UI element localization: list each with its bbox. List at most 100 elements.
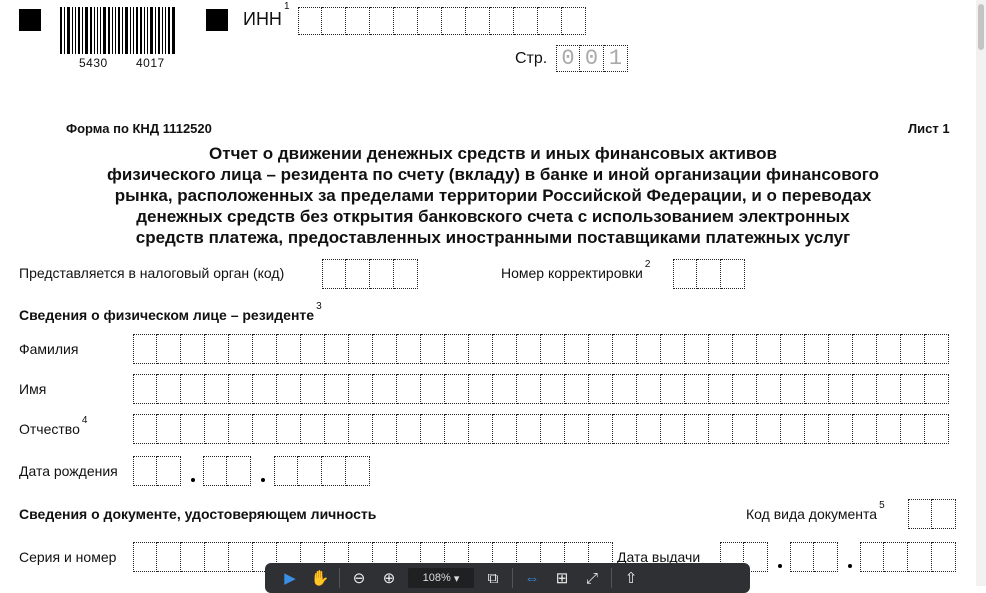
- input-cell[interactable]: [349, 374, 373, 404]
- input-cell[interactable]: [613, 374, 637, 404]
- input-cell[interactable]: [157, 374, 181, 404]
- input-cell[interactable]: [733, 334, 757, 364]
- scrollbar-thumb[interactable]: [978, 4, 984, 50]
- input-cell[interactable]: [205, 542, 229, 572]
- input-cell[interactable]: [541, 334, 565, 364]
- input-cell[interactable]: [181, 414, 205, 444]
- input-cell[interactable]: [205, 374, 229, 404]
- input-cell[interactable]: [227, 456, 251, 486]
- input-cell[interactable]: [853, 334, 877, 364]
- input-cell[interactable]: [277, 374, 301, 404]
- input-cell[interactable]: [685, 334, 709, 364]
- issue-year-field[interactable]: [860, 542, 956, 572]
- input-cell[interactable]: [541, 414, 565, 444]
- zoom-in-icon[interactable]: ⊕: [374, 567, 404, 590]
- input-cell[interactable]: [397, 374, 421, 404]
- upload-icon[interactable]: ⇧: [616, 567, 646, 590]
- input-cell[interactable]: [932, 542, 956, 572]
- input-cell[interactable]: [490, 7, 514, 35]
- input-cell[interactable]: [394, 7, 418, 35]
- input-cell[interactable]: [790, 542, 814, 572]
- page-number-field[interactable]: 0 0 1: [556, 45, 628, 72]
- input-cell[interactable]: [814, 542, 838, 572]
- birth-day-field[interactable]: [133, 456, 181, 486]
- input-cell[interactable]: [421, 414, 445, 444]
- input-cell[interactable]: [673, 259, 697, 289]
- input-cell[interactable]: [733, 414, 757, 444]
- input-cell[interactable]: [493, 414, 517, 444]
- input-cell[interactable]: [589, 374, 613, 404]
- input-cell[interactable]: [325, 334, 349, 364]
- input-cell[interactable]: [709, 414, 733, 444]
- input-cell[interactable]: [421, 334, 445, 364]
- input-cell[interactable]: [418, 7, 442, 35]
- input-cell[interactable]: [133, 334, 157, 364]
- input-cell[interactable]: [325, 374, 349, 404]
- input-cell[interactable]: [397, 414, 421, 444]
- input-cell[interactable]: [860, 542, 884, 572]
- cursor-icon[interactable]: ▶: [275, 567, 305, 590]
- input-cell[interactable]: [253, 374, 277, 404]
- input-cell[interactable]: [229, 374, 253, 404]
- input-cell[interactable]: [301, 334, 325, 364]
- input-cell[interactable]: [373, 374, 397, 404]
- input-cell[interactable]: [661, 374, 685, 404]
- birth-year-field[interactable]: [274, 456, 370, 486]
- input-cell[interactable]: [733, 374, 757, 404]
- zoom-level[interactable]: 108% ▾: [408, 568, 474, 588]
- input-cell[interactable]: [253, 414, 277, 444]
- input-cell[interactable]: [562, 7, 586, 35]
- input-cell[interactable]: [781, 374, 805, 404]
- input-cell[interactable]: [613, 334, 637, 364]
- input-cell[interactable]: [157, 414, 181, 444]
- input-cell[interactable]: [133, 374, 157, 404]
- input-cell[interactable]: [301, 414, 325, 444]
- input-cell[interactable]: [229, 542, 253, 572]
- input-cell[interactable]: [637, 334, 661, 364]
- input-cell[interactable]: [853, 374, 877, 404]
- input-cell[interactable]: [469, 414, 493, 444]
- input-cell[interactable]: [203, 456, 227, 486]
- input-cell[interactable]: [157, 542, 181, 572]
- input-cell[interactable]: [877, 334, 901, 364]
- inn-field[interactable]: [298, 7, 586, 35]
- input-cell[interactable]: [322, 7, 346, 35]
- tax-authority-field[interactable]: [322, 259, 418, 289]
- input-cell[interactable]: [829, 334, 853, 364]
- name-field[interactable]: [133, 374, 949, 404]
- input-cell[interactable]: [370, 259, 394, 289]
- input-cell[interactable]: [541, 374, 565, 404]
- input-cell[interactable]: [805, 414, 829, 444]
- input-cell[interactable]: [514, 7, 538, 35]
- input-cell[interactable]: [181, 542, 205, 572]
- input-cell[interactable]: [565, 374, 589, 404]
- fit-width-icon[interactable]: ⇔: [517, 567, 547, 590]
- issue-month-field[interactable]: [790, 542, 838, 572]
- input-cell[interactable]: [373, 414, 397, 444]
- input-cell[interactable]: [932, 499, 956, 529]
- input-cell[interactable]: [469, 334, 493, 364]
- input-cell[interactable]: [925, 334, 949, 364]
- input-cell[interactable]: [829, 414, 853, 444]
- input-cell[interactable]: [709, 374, 733, 404]
- fullscreen-icon[interactable]: ⤢: [577, 567, 607, 590]
- input-cell[interactable]: [661, 414, 685, 444]
- input-cell[interactable]: [394, 259, 418, 289]
- correction-field[interactable]: [673, 259, 745, 289]
- input-cell[interactable]: [493, 334, 517, 364]
- input-cell[interactable]: [757, 414, 781, 444]
- input-cell[interactable]: [661, 334, 685, 364]
- input-cell[interactable]: [442, 7, 466, 35]
- input-cell[interactable]: [908, 499, 932, 529]
- input-cell[interactable]: [397, 334, 421, 364]
- input-cell[interactable]: [757, 374, 781, 404]
- input-cell[interactable]: [685, 374, 709, 404]
- input-cell[interactable]: [853, 414, 877, 444]
- input-cell[interactable]: [721, 259, 745, 289]
- input-cell[interactable]: [346, 456, 370, 486]
- input-cell[interactable]: [133, 542, 157, 572]
- input-cell[interactable]: [781, 414, 805, 444]
- input-cell[interactable]: [685, 414, 709, 444]
- input-cell[interactable]: [925, 414, 949, 444]
- input-cell[interactable]: [370, 7, 394, 35]
